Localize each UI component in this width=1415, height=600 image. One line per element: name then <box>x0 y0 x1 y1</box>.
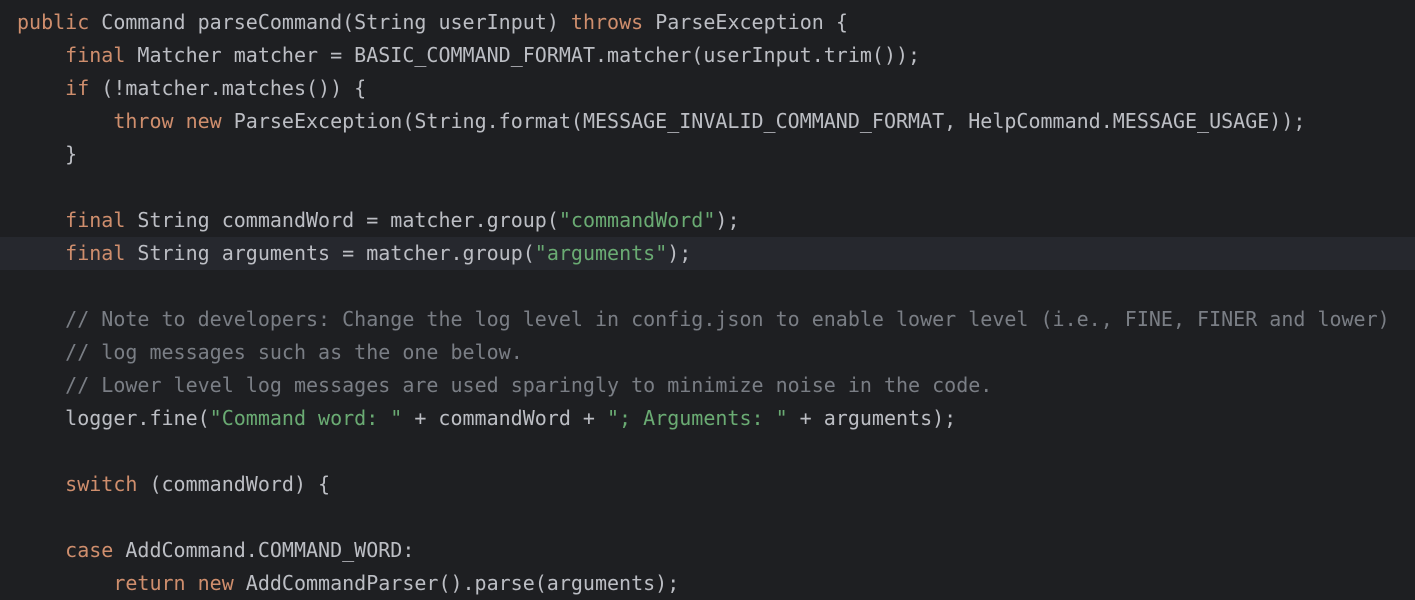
code-line[interactable]: final Matcher matcher = BASIC_COMMAND_FO… <box>0 39 1415 72</box>
code-token: (!matcher.matches()) { <box>101 76 367 100</box>
code-line[interactable]: // log messages such as the one below. <box>0 336 1415 369</box>
code-token: "; Arguments: " <box>607 406 788 430</box>
code-token: ParseException(String.format(MESSAGE_INV… <box>233 109 1306 133</box>
code-token: case <box>65 538 126 562</box>
code-line[interactable] <box>0 171 1415 204</box>
code-token: throws <box>570 10 656 34</box>
code-token: final <box>65 241 138 265</box>
code-token: if <box>65 76 102 100</box>
code-line-text: final String commandWord = matcher.group… <box>17 204 740 237</box>
code-line[interactable]: logger.fine("Command word: " + commandWo… <box>0 402 1415 435</box>
code-line[interactable]: case AddCommand.COMMAND_WORD: <box>0 534 1415 567</box>
code-token: // log messages such as the one below. <box>65 340 523 364</box>
code-token: ); <box>667 241 692 265</box>
code-line[interactable]: // Note to developers: Change the log le… <box>0 303 1415 336</box>
code-token: String commandWord = matcher.group( <box>137 208 559 232</box>
code-line-text: // log messages such as the one below. <box>17 336 523 369</box>
code-token: // Lower level log messages are used spa… <box>65 373 993 397</box>
code-token: + commandWord + <box>402 406 608 430</box>
code-line[interactable]: // Lower level log messages are used spa… <box>0 369 1415 402</box>
code-line[interactable] <box>0 501 1415 534</box>
code-token: logger.fine( <box>17 406 210 430</box>
code-token: public <box>17 10 102 34</box>
code-token: (commandWord) { <box>149 472 331 496</box>
code-line-text: logger.fine("Command word: " + commandWo… <box>17 402 956 435</box>
code-token: } <box>17 142 78 166</box>
code-line[interactable]: switch (commandWord) { <box>0 468 1415 501</box>
code-line-text: public Command parseCommand(String userI… <box>17 6 848 39</box>
code-token: Matcher matcher = BASIC_COMMAND_FORMAT.m… <box>137 43 921 67</box>
code-token: final <box>65 43 138 67</box>
code-token: AddCommand.COMMAND_WORD: <box>125 538 415 562</box>
code-line[interactable]: public Command parseCommand(String userI… <box>0 6 1415 39</box>
code-line[interactable]: if (!matcher.matches()) { <box>0 72 1415 105</box>
code-line-text: final Matcher matcher = BASIC_COMMAND_FO… <box>17 39 920 72</box>
code-token: throw new <box>113 109 234 133</box>
code-token: "arguments" <box>534 241 668 265</box>
code-line[interactable]: return new AddCommandParser().parse(argu… <box>0 567 1415 600</box>
code-line[interactable]: } <box>0 138 1415 171</box>
code-line-text: switch (commandWord) { <box>17 468 330 501</box>
code-token: return new <box>113 571 246 595</box>
code-line[interactable]: throw new ParseException(String.format(M… <box>0 105 1415 138</box>
code-line-text: } <box>17 138 77 171</box>
code-line-text: final String arguments = matcher.group("… <box>17 237 691 270</box>
code-line[interactable]: final String arguments = matcher.group("… <box>0 237 1415 270</box>
code-token: "commandWord" <box>558 208 716 232</box>
code-token: String arguments = matcher.group( <box>137 241 535 265</box>
code-token: ParseException { <box>655 10 848 34</box>
code-token: Command parseCommand(String userInput) <box>101 10 571 34</box>
code-line[interactable] <box>0 270 1415 303</box>
code-token: ); <box>715 208 740 232</box>
code-line-text: // Note to developers: Change the log le… <box>17 303 1390 336</box>
code-line-text: if (!matcher.matches()) { <box>17 72 366 105</box>
code-line[interactable]: final String commandWord = matcher.group… <box>0 204 1415 237</box>
code-line[interactable] <box>0 435 1415 468</box>
code-editor[interactable]: public Command parseCommand(String userI… <box>0 0 1415 599</box>
code-token: "Command word: " <box>209 406 403 430</box>
code-line-text: throw new ParseException(String.format(M… <box>17 105 1305 138</box>
code-token: // Note to developers: Change the log le… <box>65 307 1390 331</box>
code-token: final <box>65 208 138 232</box>
code-token: switch <box>65 472 150 496</box>
code-line-text: return new AddCommandParser().parse(argu… <box>17 567 679 600</box>
code-line-text: case AddCommand.COMMAND_WORD: <box>17 534 414 567</box>
code-line-text: // Lower level log messages are used spa… <box>17 369 992 402</box>
code-token: AddCommandParser().parse(arguments); <box>245 571 680 595</box>
code-token: + arguments); <box>787 406 957 430</box>
